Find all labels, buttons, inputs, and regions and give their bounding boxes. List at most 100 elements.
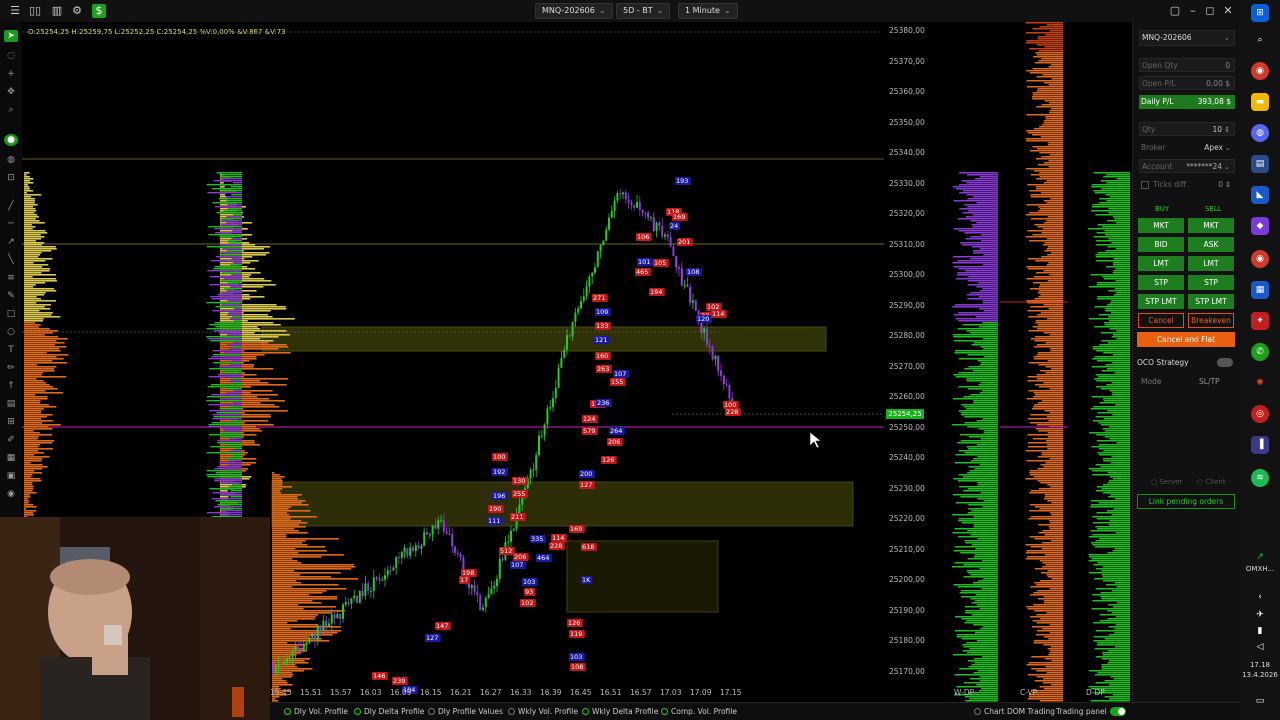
lock-icon[interactable]: ⊡ (4, 172, 18, 184)
rectangle-icon[interactable]: □ (4, 308, 18, 320)
dly-delta-profile-toggle[interactable]: Dly Delta Profile (354, 707, 424, 716)
brush-icon[interactable]: ✏ (4, 362, 18, 374)
close-icon[interactable]: ✕ (1221, 4, 1235, 18)
client-radio[interactable]: ○ Client (1197, 478, 1226, 486)
dataseries-select[interactable]: 5D - BT ⌄ (616, 3, 671, 19)
buy-bid-button[interactable]: BID (1138, 237, 1184, 252)
plus-icon[interactable]: + (4, 68, 18, 80)
dollar-icon[interactable]: $ (92, 4, 106, 18)
app-blue-icon[interactable]: ▦ (1251, 281, 1269, 299)
time-axis[interactable]: 15.45 15.51 15.57 16.03 16.09 16.15 16.21 16.27… (270, 686, 1132, 700)
candle-body (456, 552, 459, 555)
profile-bar (24, 220, 40, 222)
arrow-icon[interactable]: ↑ (4, 380, 18, 392)
windows-start-icon[interactable]: ⊞ (1251, 4, 1269, 22)
buy-stp-lmt-button[interactable]: STP LMT (1138, 294, 1184, 309)
trading-panel-toggle[interactable] (1110, 707, 1126, 716)
spotify-icon[interactable]: ≋ (1251, 469, 1269, 487)
comp-vol-profile-toggle[interactable]: Comp. Vol. Profile (661, 707, 737, 716)
restore-icon[interactable]: ▢ (1168, 4, 1182, 18)
cancel-button[interactable]: Cancel (1138, 313, 1184, 328)
qty-value[interactable]: 10 (1212, 125, 1222, 134)
search-icon[interactable]: ⌕ (1251, 31, 1269, 49)
wkly-delta-profile-toggle[interactable]: Wkly Delta Profile (582, 707, 658, 716)
chevron-left-icon[interactable]: ‹ (1251, 588, 1269, 606)
cancel-and-flat-button[interactable]: Cancel and Flat (1137, 332, 1235, 347)
trash-icon[interactable]: ▦ (4, 452, 18, 464)
app-red-icon[interactable]: ✦ (1251, 312, 1269, 330)
eye-icon[interactable]: ◉ (4, 488, 18, 500)
hline-icon[interactable]: ─ (4, 218, 18, 230)
sell-stp-button[interactable]: STP (1188, 275, 1234, 290)
line-icon[interactable]: ╱ (4, 200, 18, 212)
sell-ask-button[interactable]: ASK (1188, 237, 1234, 252)
chrome-profile-icon[interactable]: ◉ (1251, 250, 1269, 268)
trend-icon[interactable]: ╲ (4, 254, 18, 266)
discord-icon[interactable]: ◍ (1251, 124, 1269, 142)
menu-icon[interactable]: ☰ (8, 4, 22, 18)
wkly-vol-profile-toggle[interactable]: Wkly Vol. Profile (508, 707, 578, 716)
panel-instrument-select[interactable]: MNQ-202606 ⌄ (1139, 30, 1235, 46)
hand-icon[interactable]: ✥ (4, 86, 18, 98)
instrument-select[interactable]: MNQ-202606 ⌄ (535, 3, 613, 19)
fib-icon[interactable]: ≡ (4, 272, 18, 284)
stepper-icon[interactable]: ⇕ (1224, 125, 1230, 134)
ticks-diff-value[interactable]: 0 (1218, 180, 1223, 189)
notification-icon[interactable]: ▭ (1251, 692, 1269, 710)
measure-icon[interactable]: ⊞ (4, 416, 18, 428)
buy-mkt-button[interactable]: MKT (1138, 218, 1184, 233)
broker-select[interactable]: Broker Apex ⌄ (1139, 141, 1235, 155)
ellipse-icon[interactable]: ○ (4, 326, 18, 338)
app-orange-icon[interactable]: ✺ (1251, 374, 1269, 392)
ruler-icon[interactable]: ▤ (4, 398, 18, 410)
oco-toggle[interactable] (1217, 358, 1233, 367)
zoom-icon[interactable]: ⌕ (4, 104, 18, 116)
chart-type-icon[interactable]: ▯▯ (28, 4, 42, 18)
ticks-diff-checkbox[interactable] (1141, 181, 1149, 189)
breakeven-button[interactable]: Breakeven (1188, 313, 1234, 328)
eraser-icon[interactable]: ◍ (4, 154, 18, 166)
pencil-icon[interactable]: ✐ (4, 434, 18, 446)
buy-lmt-button[interactable]: LMT (1138, 256, 1184, 271)
dly-vol-profile-toggle[interactable]: Dly Vol. Profile (284, 707, 348, 716)
qty-stepper[interactable]: Qty 10 ⇕ (1139, 122, 1235, 136)
sell-mkt-button[interactable]: MKT (1188, 218, 1234, 233)
stepper-icon[interactable]: ⇕ (1225, 180, 1231, 189)
dly-profile-values-toggle[interactable]: Dly Profile Values (428, 707, 503, 716)
cross-icon[interactable]: ◌ (4, 50, 18, 62)
link-pending-orders-button[interactable]: Link pending orders (1137, 494, 1235, 509)
buy-stp-button[interactable]: STP (1138, 275, 1184, 290)
minimize-icon[interactable]: – (1186, 4, 1200, 18)
account-select[interactable]: Account *******24 ⌄ (1139, 159, 1235, 173)
ninjatrader-icon[interactable]: ◣ (1251, 186, 1269, 204)
chart-dom-trading-toggle[interactable]: Chart DOM Trading (974, 707, 1055, 716)
bar-chart-icon[interactable]: ▥ (50, 4, 64, 18)
server-radio[interactable]: ○ Server (1151, 478, 1182, 486)
file-explorer-icon[interactable]: ▬ (1251, 93, 1269, 111)
stock-chart-icon[interactable]: ↗ (1251, 548, 1269, 566)
magnet-icon[interactable]: ● (4, 134, 18, 146)
ticks-diff-row[interactable]: Ticks diff. 0 ⇕ (1139, 178, 1235, 192)
candle-body (728, 384, 731, 399)
app-chart-icon[interactable]: ▐ (1251, 436, 1269, 454)
app-record-icon[interactable]: ◎ (1251, 405, 1269, 423)
ddp-bar (1094, 578, 1130, 580)
mode-value[interactable]: SL/TP (1199, 377, 1220, 386)
volume-icon[interactable]: ◁ (1251, 638, 1269, 656)
clock[interactable]: 17.18 13.4.2026 (1240, 660, 1280, 680)
settings-icon[interactable]: ⚙ (70, 4, 84, 18)
sell-lmt-button[interactable]: LMT (1188, 256, 1234, 271)
ray-icon[interactable]: ↗ (4, 236, 18, 248)
app-purple-icon[interactable]: ◆ (1251, 217, 1269, 235)
text-icon[interactable]: T (4, 344, 18, 356)
sell-stp-lmt-button[interactable]: STP LMT (1188, 294, 1234, 309)
price-axis[interactable]: 25380,00 25370,00 25360,00 25350,00 25340,00… (884, 22, 940, 702)
pen-icon[interactable]: ✎ (4, 290, 18, 302)
layers-icon[interactable]: ▣ (4, 470, 18, 482)
cursor-icon[interactable]: ➤ (4, 30, 18, 42)
chrome-icon[interactable]: ◉ (1251, 62, 1269, 80)
whatsapp-icon[interactable]: ✆ (1251, 343, 1269, 361)
timeframe-select[interactable]: 1 Minute ⌄ (678, 3, 738, 19)
maximize-icon[interactable]: ◻ (1203, 4, 1217, 18)
app-icon[interactable]: ▤ (1251, 155, 1269, 173)
